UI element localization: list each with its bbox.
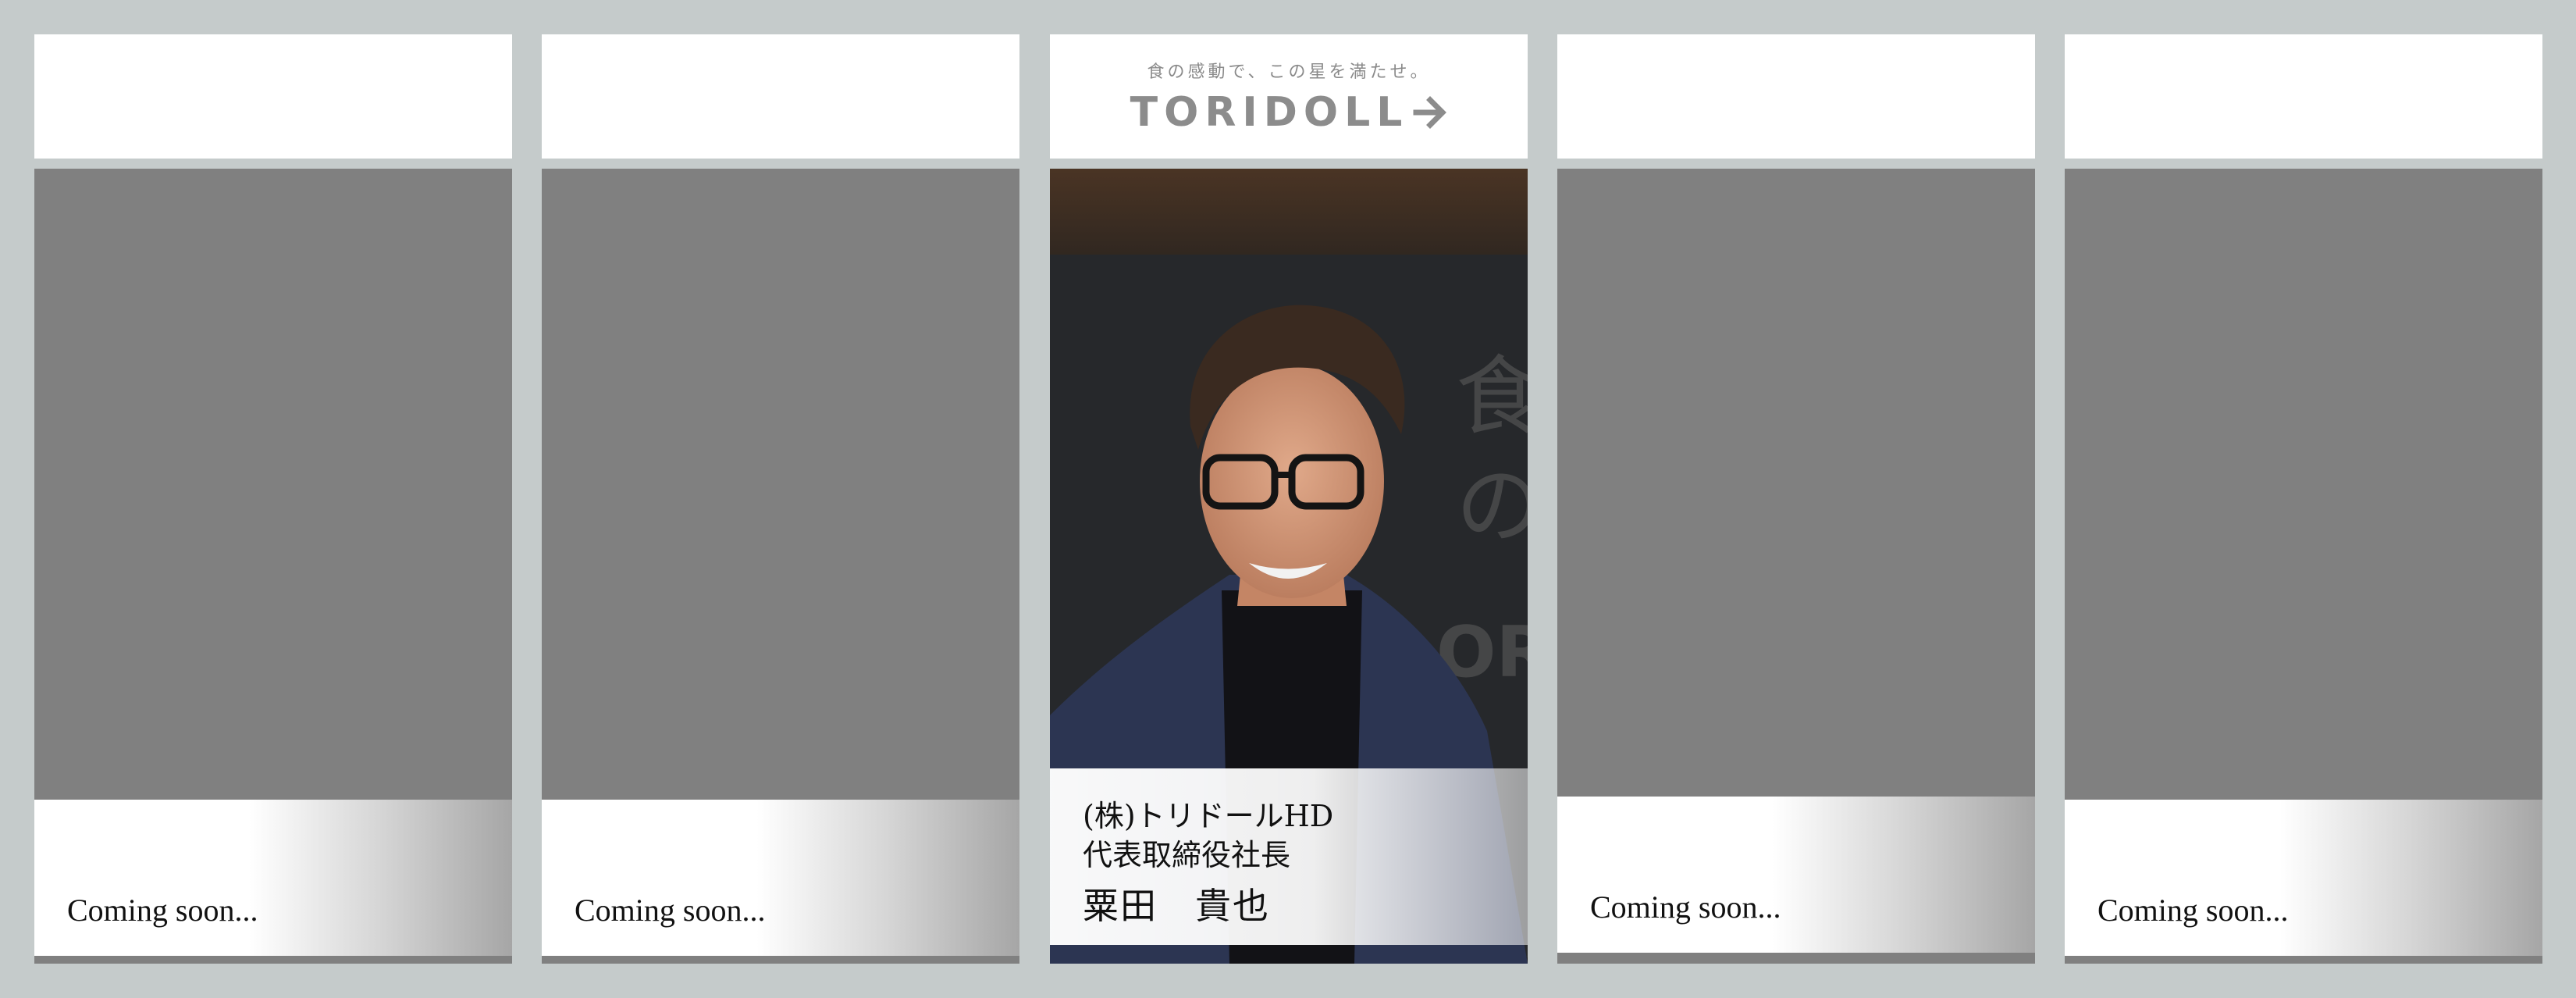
profile-caption: (株)トリドールHD 代表取締役社長 粟田 貴也	[1050, 768, 1528, 945]
placeholder-image: Coming soon...	[2065, 169, 2542, 964]
brand-tagline: 食の感動で、この星を満たせ。	[1147, 62, 1431, 82]
svg-text:の星: の星	[1456, 456, 1528, 556]
job-title: 代表取締役社長	[1083, 838, 1291, 872]
placeholder-card-5[interactable]: Coming soon...	[2065, 34, 2542, 964]
featured-profile-card[interactable]: 食の感動で、この星を満たせ。 TORIDOLL 食 の OR (株)トリドールH…	[1050, 34, 1528, 964]
coming-soon-label: Coming soon...	[67, 893, 258, 928]
company-name: (株)トリドールHD	[1083, 799, 1334, 833]
placeholder-card-4[interactable]: Coming soon...	[1557, 34, 2035, 964]
brand-header: 食の感動で、この星を満たせ。 TORIDOLL	[1050, 34, 1528, 159]
caption-bar: Coming soon...	[542, 800, 1019, 956]
portrait-photo: 食の の星 ORI (株)トリドールHD 代表取締役社長 粟田 貴也	[1050, 169, 1528, 964]
arrow-right-icon	[1413, 96, 1447, 129]
coming-soon-label: Coming soon...	[575, 893, 766, 928]
placeholder-image: Coming soon...	[34, 169, 512, 964]
coming-soon-label: Coming soon...	[2097, 893, 2289, 928]
svg-text:食の: 食の	[1456, 347, 1528, 447]
card-header	[2065, 34, 2542, 159]
caption-bar: Coming soon...	[1557, 797, 2035, 953]
placeholder-image: Coming soon...	[1557, 169, 2035, 964]
caption-bar: Coming soon...	[34, 800, 512, 956]
logo-wordmark: TORIDOLL	[1130, 89, 1409, 136]
placeholder-card-2[interactable]: Coming soon...	[542, 34, 1019, 964]
card-header	[1557, 34, 2035, 159]
person-name: 粟田 貴也	[1083, 885, 1270, 927]
card-header	[542, 34, 1019, 159]
card-header	[34, 34, 512, 159]
coming-soon-label: Coming soon...	[1590, 889, 1781, 925]
placeholder-image: Coming soon...	[542, 169, 1019, 964]
toridoll-logo: TORIDOLL	[1050, 89, 1528, 136]
placeholder-card-1[interactable]: Coming soon...	[34, 34, 512, 964]
caption-bar: Coming soon...	[2065, 800, 2542, 956]
